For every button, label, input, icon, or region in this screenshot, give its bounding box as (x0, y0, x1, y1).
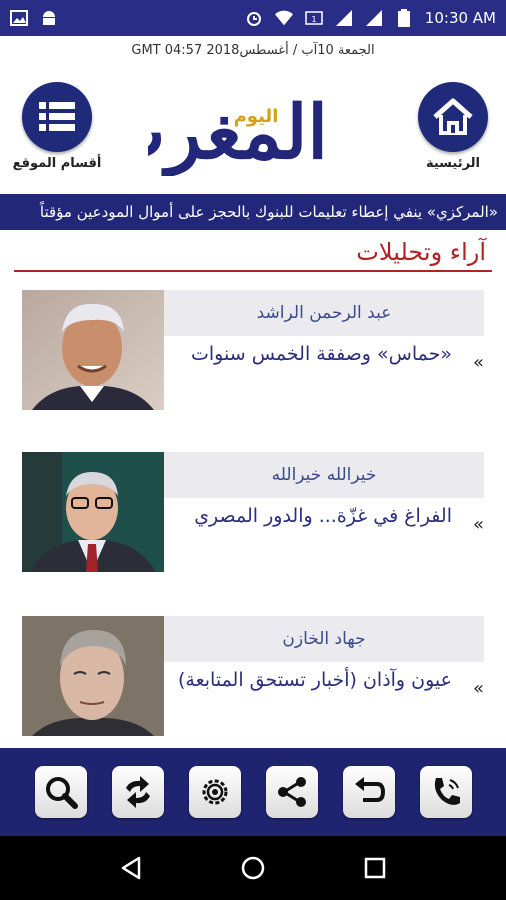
logo-text: المغرب (148, 90, 328, 176)
list-icon (22, 82, 92, 152)
android-icon (40, 9, 58, 27)
author-name: خيرالله خيرالله (164, 452, 484, 498)
signal-icon (335, 9, 353, 27)
author-photo (22, 616, 164, 736)
wifi-icon (274, 9, 293, 27)
sections-label: أقسام الموقع (12, 156, 102, 171)
article-card[interactable]: خيرالله خيرالله الفراغ في غزّة... والدور… (22, 452, 486, 572)
share-icon (277, 777, 306, 807)
status-bar: 1 10:30 AM (0, 0, 506, 36)
author-name: جهاد الخازن (164, 616, 484, 662)
header: الجمعة 10آب / أغسطس2018 GMT 04:57 الرئيس… (0, 36, 506, 194)
back-icon (354, 777, 385, 802)
article-card[interactable]: عبد الرحمن الراشد «حماس» وصفقة الخمس سنو… (22, 290, 486, 410)
chevron-left-icon: « (472, 514, 484, 535)
author-photo (22, 452, 164, 572)
back-button[interactable] (342, 766, 395, 818)
author-photo (22, 290, 164, 410)
date-line: الجمعة 10آب / أغسطس2018 GMT 04:57 (131, 43, 375, 58)
settings-icon (202, 779, 227, 805)
author-name: عبد الرحمن الراشد (164, 290, 484, 336)
site-logo[interactable]: المغرب اليوم (96, 86, 358, 178)
logo-sub: اليوم (234, 106, 279, 127)
status-time: 10:30 AM (424, 9, 496, 27)
settings-button[interactable] (188, 766, 241, 818)
call-icon (434, 778, 460, 805)
home-label: الرئيسية (425, 156, 481, 171)
refresh-button[interactable] (111, 766, 164, 818)
chevron-left-icon: « (472, 678, 484, 699)
recents-nav-icon[interactable] (361, 854, 389, 882)
call-button[interactable] (419, 766, 472, 818)
back-nav-icon[interactable] (117, 854, 145, 882)
search-icon (45, 777, 78, 809)
search-button[interactable] (34, 766, 87, 818)
home-nav-icon[interactable] (239, 854, 267, 882)
article-card[interactable]: جهاد الخازن عيون وآذان (أخبار تستحق المت… (22, 616, 486, 736)
bottom-toolbar (0, 748, 506, 836)
svg-text:1: 1 (311, 15, 316, 24)
section-divider (14, 270, 492, 272)
chevron-left-icon: « (472, 352, 484, 373)
signal-icon (365, 9, 383, 27)
alarm-icon (245, 9, 263, 27)
home-button[interactable]: الرئيسية (418, 82, 488, 171)
refresh-icon (125, 776, 150, 808)
article-headline[interactable]: عيون وآذان (أخبار تستحق المتابعة) (174, 668, 452, 694)
data-icon: 1 (305, 9, 323, 27)
image-icon (10, 9, 28, 27)
system-nav-bar (0, 836, 506, 900)
battery-icon (395, 9, 413, 27)
news-ticker[interactable]: «المركزي» ينفي إعطاء تعليمات للبنوك بالح… (0, 194, 506, 230)
home-icon (418, 82, 488, 152)
ticker-text: «المركزي» ينفي إعطاء تعليمات للبنوك بالح… (39, 203, 498, 221)
section-title: آراء وتحليلات (356, 238, 486, 266)
article-headline[interactable]: الفراغ في غزّة... والدور المصري (174, 504, 452, 530)
share-button[interactable] (265, 766, 318, 818)
site-sections-button[interactable]: أقسام الموقع (12, 82, 102, 171)
article-headline[interactable]: «حماس» وصفقة الخمس سنوات (174, 342, 452, 368)
